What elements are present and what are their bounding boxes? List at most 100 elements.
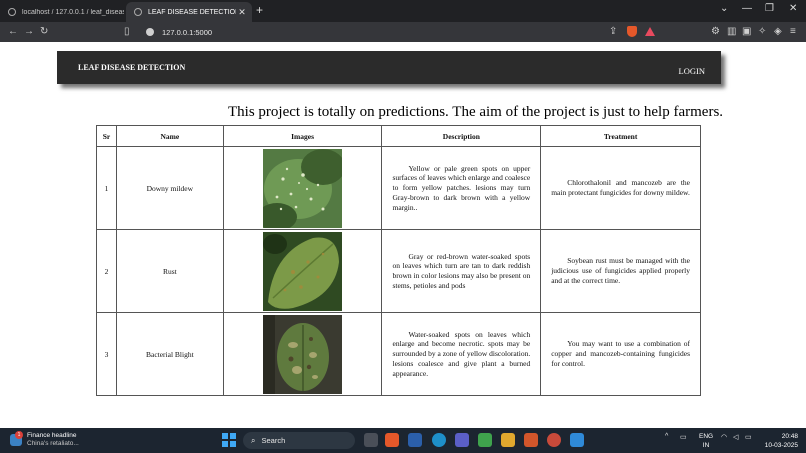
restore-icon[interactable]: ❐ bbox=[765, 3, 774, 14]
windows-start-icon[interactable] bbox=[222, 433, 236, 447]
edge-icon[interactable] bbox=[432, 433, 446, 447]
tab-favicon bbox=[134, 8, 142, 16]
row-treatment: You may want to use a combination of cop… bbox=[540, 312, 701, 396]
clock-time: 20:48 bbox=[781, 433, 798, 440]
row-name: Bacterial Blight bbox=[115, 312, 224, 396]
bookmark-icon[interactable]: ▯ bbox=[124, 25, 130, 39]
battery-icon[interactable]: ▭ bbox=[745, 433, 752, 441]
disease-table: Sr Name Images Description Treatment 1 D… bbox=[96, 125, 701, 396]
row-treatment: Soybean rust must be managed with the ju… bbox=[540, 229, 701, 313]
brave-browser-icon[interactable] bbox=[385, 433, 399, 447]
app2-icon[interactable] bbox=[547, 433, 561, 447]
treatment-text: You may want to use a combination of cop… bbox=[551, 339, 690, 368]
word-icon[interactable] bbox=[408, 433, 422, 447]
news-widget[interactable]: 1 Finance headline China's retaliato... bbox=[10, 431, 79, 448]
taskbar-search[interactable]: ⌕ Search bbox=[243, 432, 355, 449]
vscode-icon[interactable] bbox=[570, 433, 584, 447]
project-tagline: This project is totally on predictions. … bbox=[228, 104, 724, 120]
description-text: Gray or red-brown water-soaked spots on … bbox=[392, 251, 531, 290]
table-row: 1 Downy mildew Yellow or pale green spot… bbox=[96, 146, 701, 230]
back-icon[interactable]: ← bbox=[8, 25, 18, 39]
row-name: Downy mildew bbox=[115, 146, 224, 230]
tab-search-icon[interactable]: ⌄ bbox=[720, 3, 728, 14]
new-tab-button[interactable]: + bbox=[256, 3, 263, 17]
reload-icon[interactable]: ↻ bbox=[40, 25, 48, 39]
search-icon: ⌕ bbox=[251, 435, 256, 445]
row-sr: 2 bbox=[96, 229, 117, 313]
task-view-icon[interactable] bbox=[364, 433, 378, 447]
brave-shields-icon[interactable] bbox=[627, 26, 637, 37]
site-brand[interactable]: LEAF DISEASE DETECTION bbox=[78, 63, 185, 72]
language-code: ENG bbox=[699, 433, 714, 440]
news-icon: 1 bbox=[10, 431, 23, 446]
volume-icon[interactable]: ◁ bbox=[733, 433, 738, 441]
browser-tab-bar: localhost / 127.0.0.1 / leaf_disease | L… bbox=[0, 0, 806, 22]
news-title: Finance headline bbox=[27, 432, 77, 439]
downy-mildew-leaf-image bbox=[263, 148, 343, 228]
browser-toolbar: ← → ↻ ▯ 127.0.0.1:5000 ⇪ ⚙ ▥ ▣ ✧ ◈ ≡ bbox=[0, 22, 806, 42]
close-window-icon[interactable]: ✕ bbox=[789, 3, 797, 14]
row-description: Yellow or pale green spots on upper surf… bbox=[381, 146, 542, 230]
region-code: IN bbox=[702, 442, 710, 449]
header-images: Images bbox=[222, 125, 383, 147]
treatment-text: Soybean rust must be managed with the ju… bbox=[551, 256, 690, 285]
tab-phpmyadmin[interactable]: localhost / 127.0.0.1 / leaf_disease | bbox=[4, 2, 124, 22]
language-indicator[interactable]: ENG IN bbox=[699, 432, 713, 450]
header-description: Description bbox=[381, 125, 542, 147]
row-name: Rust bbox=[115, 229, 224, 313]
wallet-icon[interactable]: ▣ bbox=[742, 25, 751, 39]
apps-icon[interactable] bbox=[478, 433, 492, 447]
table-row: 2 Rust Gray or red-brown water-soaked sp… bbox=[96, 229, 701, 313]
row-sr: 1 bbox=[96, 146, 117, 230]
rust-leaf-image bbox=[263, 231, 343, 311]
tab-title: localhost / 127.0.0.1 / leaf_disease | bbox=[22, 8, 124, 16]
header-treatment: Treatment bbox=[540, 125, 701, 147]
menu-icon[interactable]: ≡ bbox=[790, 25, 796, 39]
teams-icon[interactable] bbox=[455, 433, 469, 447]
table-header-row: Sr Name Images Description Treatment bbox=[96, 125, 701, 147]
row-sr: 3 bbox=[96, 312, 117, 396]
minimize-icon[interactable]: — bbox=[742, 3, 752, 14]
sidebar-icon[interactable]: ▥ bbox=[727, 25, 736, 39]
extensions-icon[interactable]: ⚙ bbox=[711, 25, 720, 39]
site-navbar: LEAF DISEASE DETECTION LOGIN bbox=[57, 51, 721, 84]
chevron-up-icon[interactable]: ^ bbox=[665, 433, 668, 440]
row-description: Water-soaked spots on leaves which enlar… bbox=[381, 312, 542, 396]
bacterial-blight-leaf-image bbox=[263, 314, 343, 394]
header-sr: Sr bbox=[96, 125, 117, 147]
clock-date: 10-03-2025 bbox=[764, 442, 798, 449]
table-row: 3 Bacterial Blight Water-soaked spots on… bbox=[96, 312, 701, 396]
leaf-image-cell bbox=[222, 146, 383, 230]
description-text: Yellow or pale green spots on upper surf… bbox=[392, 163, 531, 212]
tab-leaf-disease-detection[interactable]: LEAF DISEASE DETECTION ✕ bbox=[126, 2, 252, 22]
tab-favicon bbox=[8, 8, 16, 16]
wifi-icon[interactable]: ◠ bbox=[721, 433, 727, 441]
row-treatment: Chlorothalonil and mancozeb are the main… bbox=[540, 146, 701, 230]
news-badge-count: 1 bbox=[15, 431, 23, 439]
url-text: 127.0.0.1:5000 bbox=[162, 27, 213, 37]
app-icon[interactable] bbox=[524, 433, 538, 447]
site-info-icon[interactable] bbox=[146, 28, 154, 36]
header-name: Name bbox=[115, 125, 224, 147]
forward-icon[interactable]: → bbox=[24, 25, 34, 39]
login-link[interactable]: LOGIN bbox=[679, 66, 705, 76]
tab-title: LEAF DISEASE DETECTION bbox=[148, 8, 236, 16]
windows-taskbar: 1 Finance headline China's retaliato... … bbox=[0, 428, 806, 453]
address-bar[interactable]: 127.0.0.1:5000 bbox=[140, 24, 625, 40]
web-page: LEAF DISEASE DETECTION LOGIN This projec… bbox=[0, 42, 806, 428]
share-icon[interactable]: ⇪ bbox=[609, 25, 617, 39]
description-text: Water-soaked spots on leaves which enlar… bbox=[392, 329, 531, 378]
brave-rewards-icon[interactable] bbox=[645, 27, 655, 36]
news-subtitle: China's retaliato... bbox=[27, 440, 79, 447]
file-explorer-icon[interactable] bbox=[501, 433, 515, 447]
leaf-image-cell bbox=[222, 312, 383, 396]
row-description: Gray or red-brown water-soaked spots on … bbox=[381, 229, 542, 313]
leaf-image-cell bbox=[222, 229, 383, 313]
leo-icon[interactable]: ✧ bbox=[758, 25, 766, 39]
notification-icon[interactable]: ▭ bbox=[680, 433, 687, 441]
system-clock[interactable]: 20:48 10-03-2025 bbox=[765, 432, 798, 450]
vpn-icon[interactable]: ◈ bbox=[774, 25, 782, 39]
search-label: Search bbox=[261, 436, 286, 445]
treatment-text: Chlorothalonil and mancozeb are the main… bbox=[551, 178, 690, 197]
close-tab-icon[interactable]: ✕ bbox=[236, 7, 248, 18]
